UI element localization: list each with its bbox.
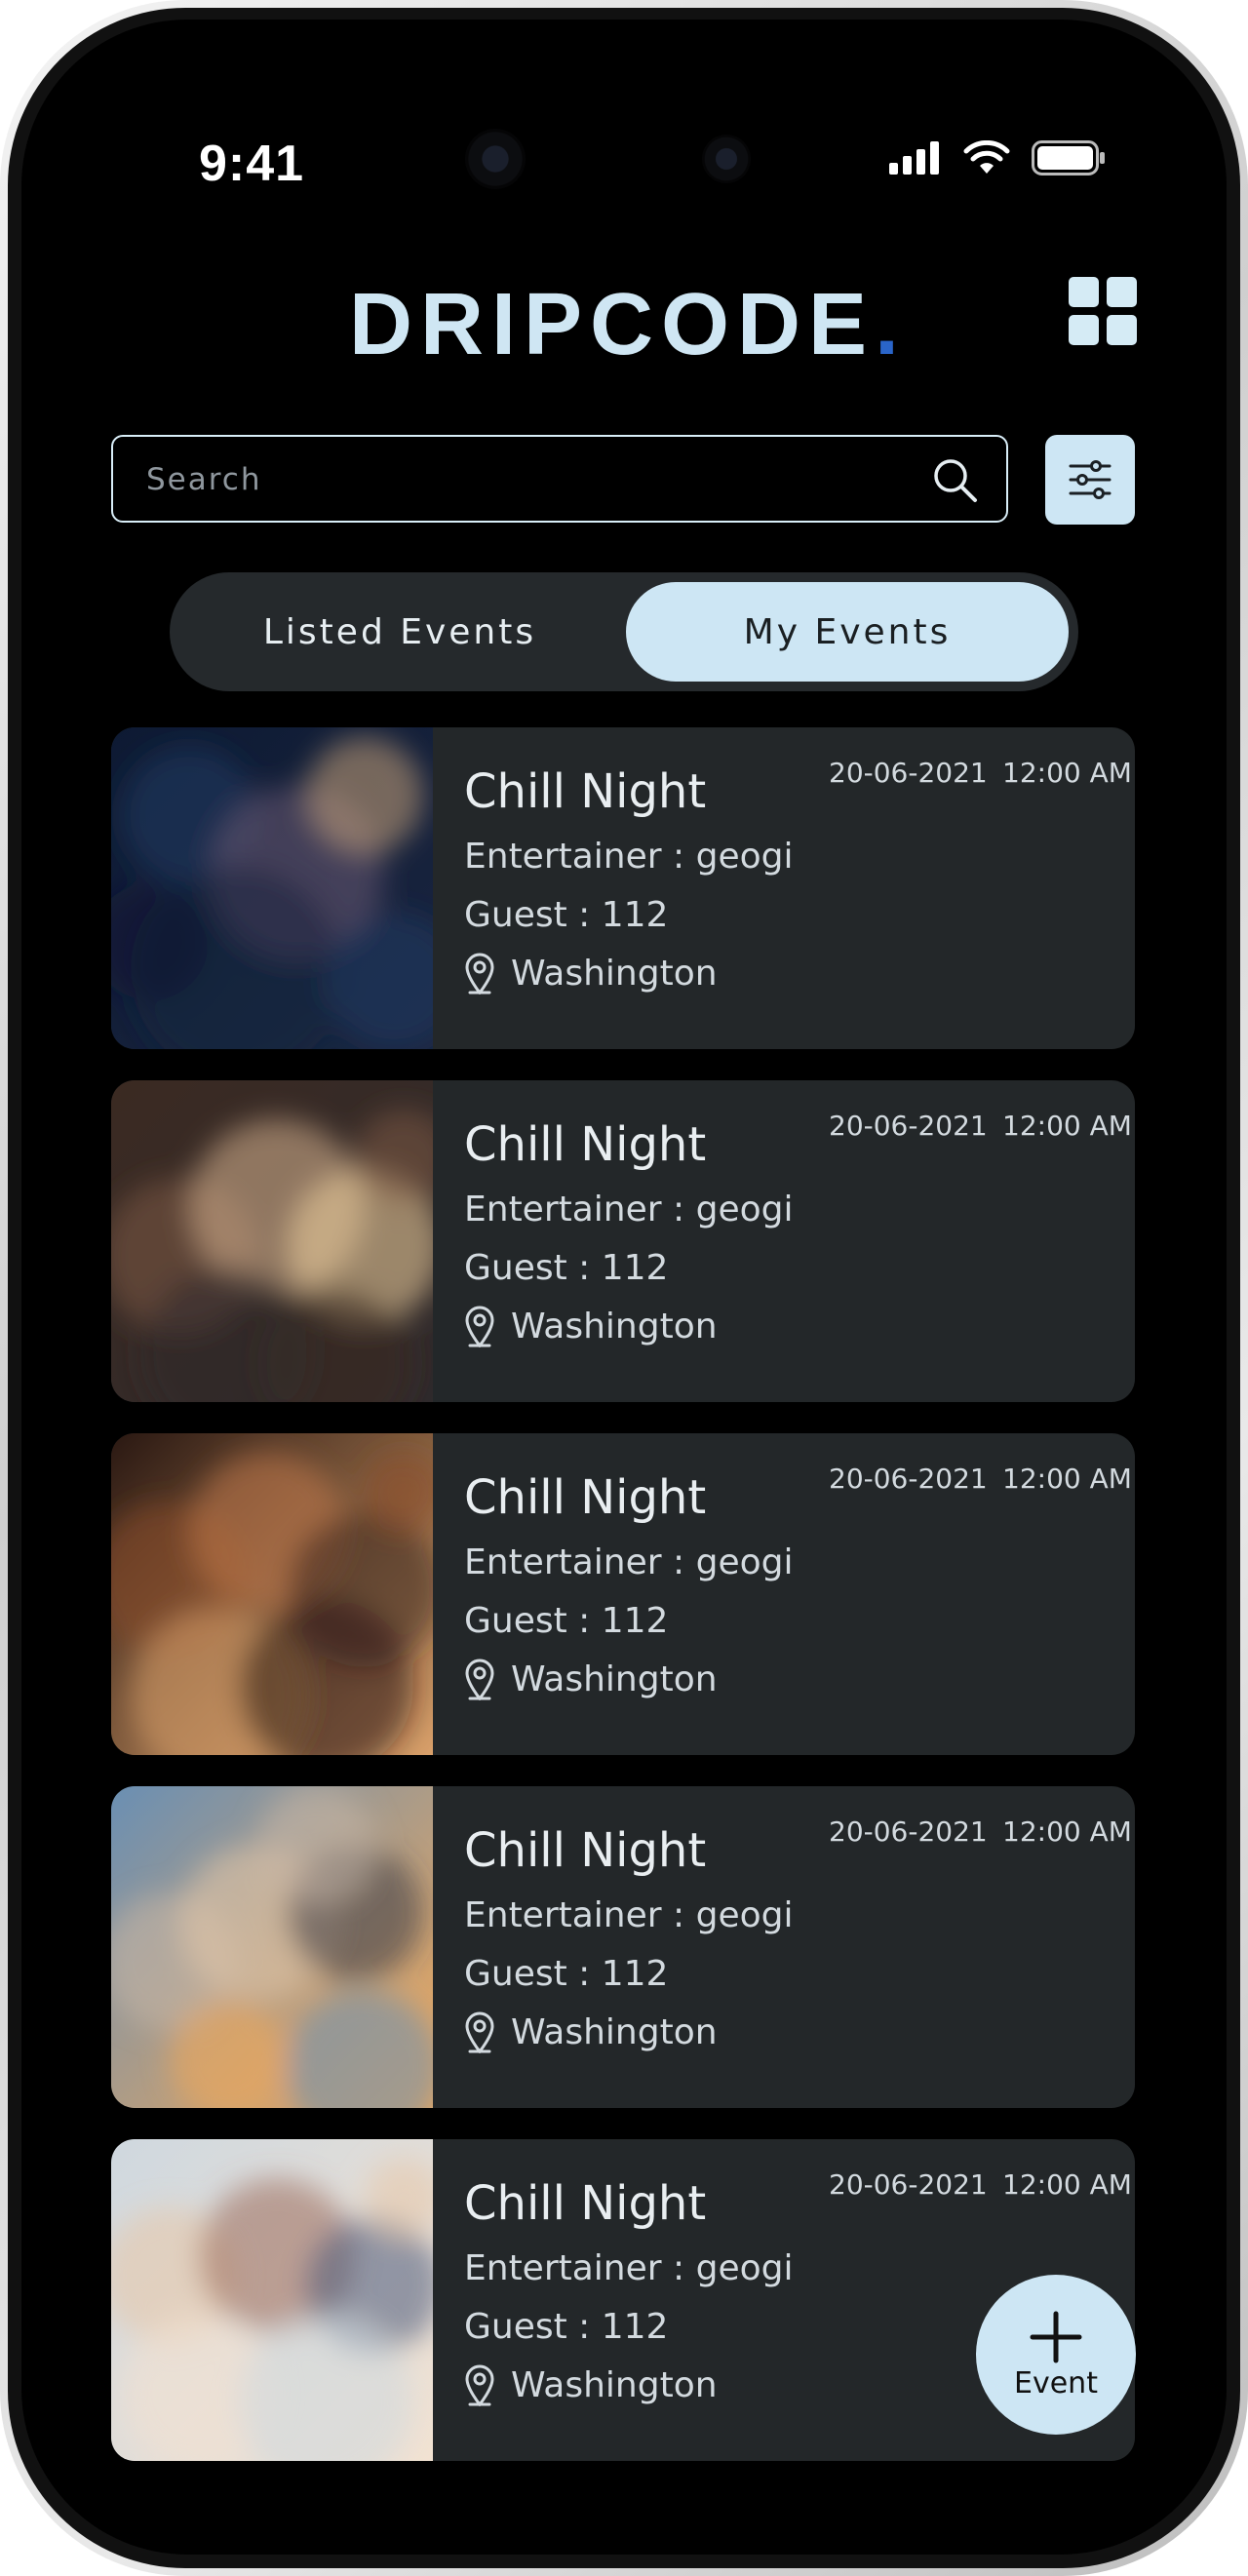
event-card[interactable]: Chill Night 20-06-2021 12:00 AM Entertainer… xyxy=(111,1080,1135,1402)
location-pin-icon xyxy=(465,2364,494,2406)
event-card[interactable]: Chill Night 20-06-2021 12:00 AM Entertainer… xyxy=(111,1433,1135,1755)
sensor xyxy=(702,135,751,183)
event-guests: Guest : 112 xyxy=(464,1601,669,1641)
location-pin-icon xyxy=(465,953,494,995)
event-card[interactable]: Chill Night 20-06-2021 12:00 AM Entertainer… xyxy=(111,727,1135,1049)
event-time: 12:00 AM xyxy=(1002,1110,1132,1142)
event-title: Chill Night xyxy=(464,1117,707,1172)
event-time: 12:00 AM xyxy=(1002,1463,1132,1495)
filter-sliders-icon xyxy=(1069,460,1112,499)
grid-icon xyxy=(1069,277,1099,307)
event-title: Chill Night xyxy=(464,2176,707,2231)
event-entertainer: Entertainer : geogi xyxy=(464,1542,794,1582)
event-guests: Guest : 112 xyxy=(464,2307,669,2347)
grid-menu-button[interactable] xyxy=(1069,277,1137,345)
event-photo xyxy=(111,727,433,1049)
event-card[interactable]: Chill Night 20-06-2021 12:00 AM Entertainer… xyxy=(111,1786,1135,2108)
add-event-label: Event xyxy=(1014,2365,1098,2400)
event-location: Washington xyxy=(464,2010,718,2053)
event-time: 12:00 AM xyxy=(1002,2168,1132,2201)
event-guests: Guest : 112 xyxy=(464,1248,669,1288)
search-icon[interactable] xyxy=(930,455,979,504)
event-tabs: Listed Events My Events xyxy=(170,572,1078,691)
event-card[interactable]: Chill Night 20-06-2021 12:00 AM Entertainer… xyxy=(111,2139,1135,2461)
app-screen: 9:41 DRIPCODE. Search Listed Events My E… xyxy=(21,20,1227,2555)
event-title: Chill Night xyxy=(464,1823,707,1878)
location-pin-icon xyxy=(465,2011,494,2053)
event-title: Chill Night xyxy=(464,1470,707,1525)
status-time: 9:41 xyxy=(199,136,305,192)
event-entertainer: Entertainer : geogi xyxy=(464,2248,794,2288)
event-photo xyxy=(111,2139,433,2461)
event-location-label: Washington xyxy=(511,953,718,994)
event-entertainer: Entertainer : geogi xyxy=(464,837,794,877)
event-title: Chill Night xyxy=(464,764,707,819)
event-location-label: Washington xyxy=(511,1306,718,1347)
event-date: 20-06-2021 xyxy=(829,757,988,789)
front-camera xyxy=(465,129,526,189)
search-box xyxy=(111,435,1008,523)
status-icons xyxy=(889,140,1106,176)
filter-button[interactable] xyxy=(1045,435,1135,525)
event-date: 20-06-2021 xyxy=(829,1463,988,1495)
event-time: 12:00 AM xyxy=(1002,757,1132,789)
event-location-label: Washington xyxy=(511,2364,718,2405)
event-photo xyxy=(111,1433,433,1755)
event-location-label: Washington xyxy=(511,1659,718,1699)
app-logo: DRIPCODE. xyxy=(21,275,1227,375)
event-date: 20-06-2021 xyxy=(829,1110,988,1142)
tab-listed-events[interactable]: Listed Events xyxy=(179,582,620,682)
signal-icon xyxy=(889,141,939,175)
logo-text: DRIPCODE xyxy=(348,276,876,373)
event-location-label: Washington xyxy=(511,2011,718,2052)
event-guests: Guest : 112 xyxy=(464,1954,669,1994)
wifi-icon xyxy=(963,140,1010,174)
event-location: Washington xyxy=(464,1305,718,1347)
event-location: Washington xyxy=(464,1658,718,1700)
logo-dot: . xyxy=(875,276,900,373)
tab-my-events[interactable]: My Events xyxy=(626,582,1069,682)
add-event-button[interactable]: Event xyxy=(976,2275,1136,2435)
event-photo xyxy=(111,1786,433,2108)
event-photo xyxy=(111,1080,433,1402)
event-location: Washington xyxy=(464,2363,718,2406)
event-location: Washington xyxy=(464,952,718,995)
event-date: 20-06-2021 xyxy=(829,2168,988,2201)
search-input[interactable] xyxy=(144,437,909,523)
event-entertainer: Entertainer : geogi xyxy=(464,1190,794,1229)
plus-icon xyxy=(1030,2311,1082,2362)
event-entertainer: Entertainer : geogi xyxy=(464,1895,794,1935)
location-pin-icon xyxy=(465,1659,494,1700)
battery-icon xyxy=(1032,140,1105,176)
event-guests: Guest : 112 xyxy=(464,895,669,935)
location-pin-icon xyxy=(465,1306,494,1347)
event-time: 12:00 AM xyxy=(1002,1815,1132,1848)
event-date: 20-06-2021 xyxy=(829,1815,988,1848)
